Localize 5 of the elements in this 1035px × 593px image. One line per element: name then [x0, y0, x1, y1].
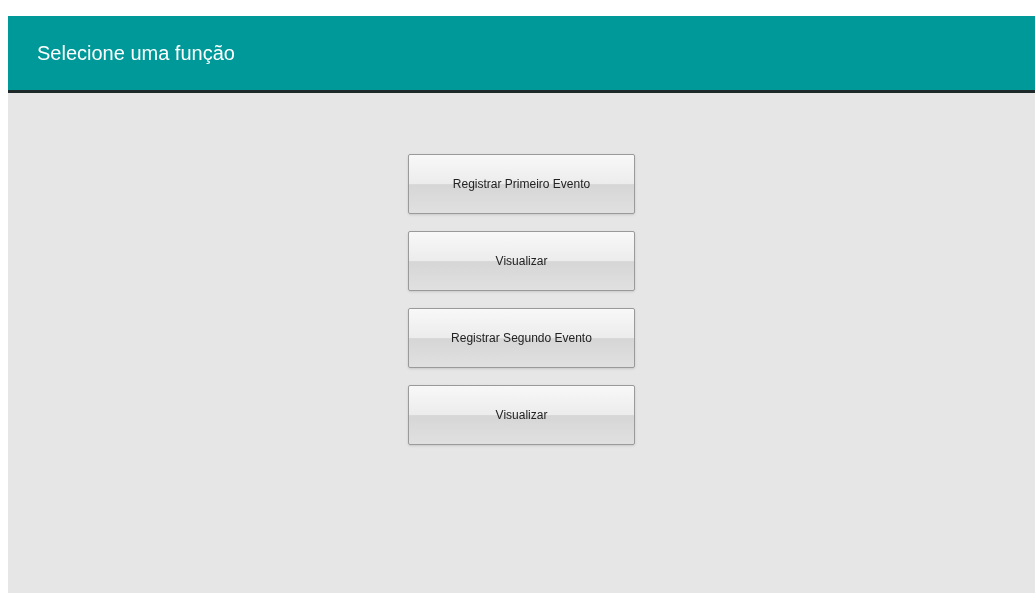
function-button[interactable]: Registrar Primeiro Evento	[408, 154, 635, 214]
function-button[interactable]: Visualizar	[408, 385, 635, 445]
header-title: Selecione uma função	[37, 41, 235, 66]
function-button[interactable]: Visualizar	[408, 231, 635, 291]
function-button[interactable]: Registrar Segundo Evento	[408, 308, 635, 368]
